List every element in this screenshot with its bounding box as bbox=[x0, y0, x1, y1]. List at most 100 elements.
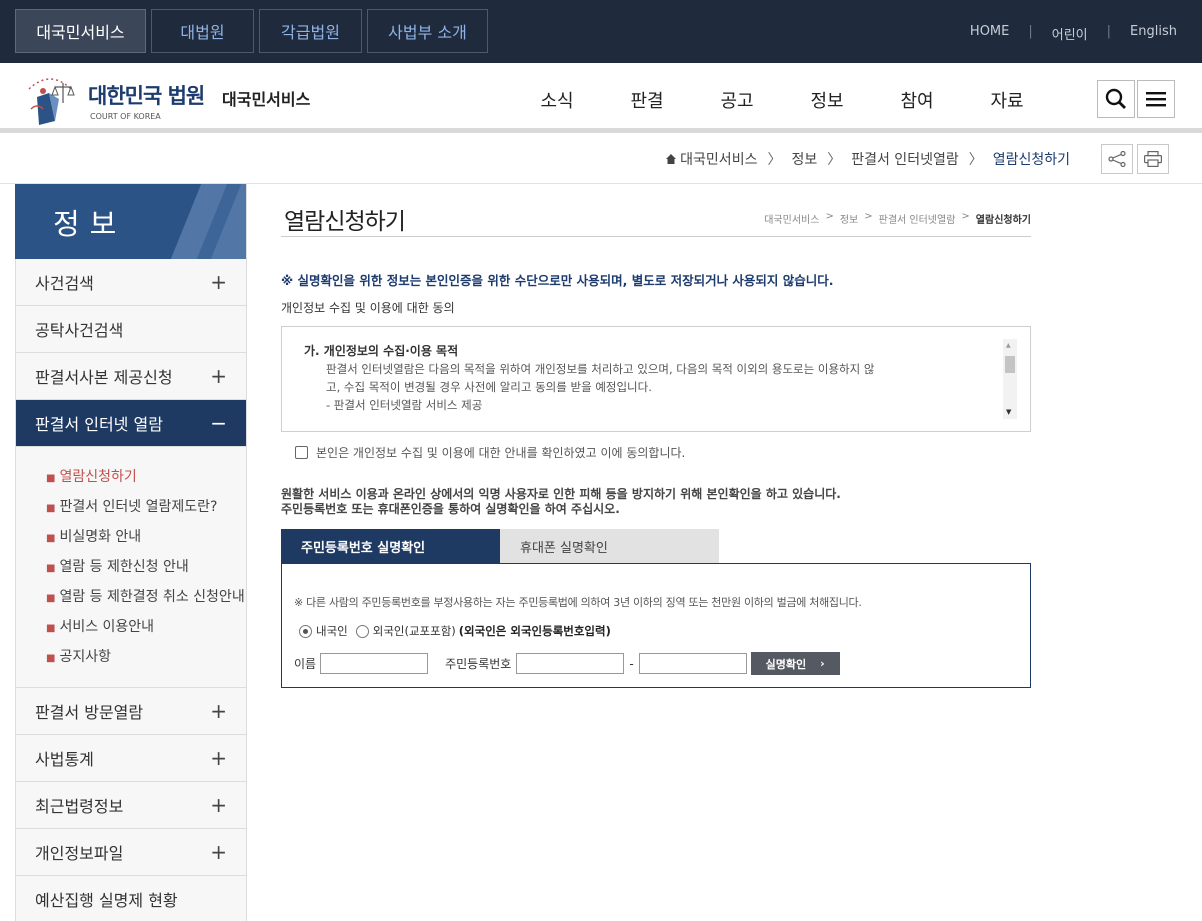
tab-phone-verification[interactable]: 휴대폰 실명확인 bbox=[500, 529, 719, 564]
logo-title: 대한민국 법원 bbox=[88, 84, 205, 108]
site-tab-judiciary-intro[interactable]: 사법부 소개 bbox=[367, 9, 488, 53]
search-icon bbox=[1105, 88, 1126, 109]
agree-checkbox[interactable] bbox=[295, 446, 308, 459]
submenu-item-usage-guide[interactable]: ■ 서비스 이용안내 bbox=[46, 612, 246, 642]
plus-icon: + bbox=[210, 270, 227, 294]
chevron-right-icon: > bbox=[825, 211, 834, 222]
rrn-front-input[interactable] bbox=[516, 653, 625, 674]
sidebar-item-label: 사법통계 bbox=[35, 750, 94, 769]
site-tab-public-service[interactable]: 대국민서비스 bbox=[15, 9, 146, 53]
breadcrumb-item[interactable]: 대국민서비스 bbox=[680, 149, 757, 169]
radio-foreign[interactable] bbox=[355, 624, 369, 638]
sidebar-item-judgment-copy[interactable]: 판결서사본 제공신청 + bbox=[15, 353, 246, 400]
home-icon[interactable] bbox=[666, 154, 677, 164]
consent-textbox[interactable]: 가. 개인정보의 수집·이용 목적 판결서 인터넷열람은 다음의 목적을 위하여… bbox=[281, 326, 1031, 432]
nav-news[interactable]: 소식 bbox=[512, 87, 602, 113]
agree-row: 본인은 개인정보 수집 및 이용에 대한 안내를 확인하였고 이에 동의합니다. bbox=[295, 444, 685, 461]
breadcrumb-item[interactable]: 정보 bbox=[791, 149, 817, 169]
privacy-notice: ※ 실명확인을 위한 정보는 본인인증을 위한 수단으로만 사용되며, 별도로 … bbox=[281, 273, 834, 288]
foreign-note: (외국인은 외국인등록번호입력) bbox=[458, 624, 611, 638]
scrollbar[interactable]: ▲ ▼ bbox=[1003, 339, 1017, 419]
agree-label[interactable]: 본인은 개인정보 수집 및 이용에 대한 안내를 확인하였고 이에 동의합니다. bbox=[316, 444, 685, 461]
page-breadcrumb-item[interactable]: 판결서 인터넷열람 bbox=[879, 211, 956, 226]
page-breadcrumb-item[interactable]: 대국민서비스 bbox=[764, 211, 819, 226]
bullet-icon: ■ bbox=[46, 473, 56, 484]
breadcrumb-bar: 대국민서비스 〉 정보 〉 판결서 인터넷열람 〉 열람신청하기 bbox=[0, 138, 1202, 184]
sidebar-item-deposit-search[interactable]: 공탁사건검색 bbox=[15, 306, 246, 353]
rrn-back-input[interactable] bbox=[638, 653, 747, 674]
scrollbar-thumb[interactable] bbox=[1005, 356, 1015, 373]
submenu-item-restriction-cancel[interactable]: ■ 열람 등 제한결정 취소 신청안내 bbox=[46, 582, 246, 612]
chevron-right-icon: › bbox=[820, 657, 825, 670]
sidebar-item-visit-view[interactable]: 판결서 방문열람 + bbox=[15, 688, 246, 735]
submenu-label: 공지사항 bbox=[59, 649, 111, 665]
nav-participation[interactable]: 참여 bbox=[872, 87, 962, 113]
submenu-label: 열람 등 제한결정 취소 신청안내 bbox=[59, 589, 245, 605]
sidebar-item-case-search[interactable]: 사건검색 + bbox=[15, 259, 246, 306]
plus-icon: + bbox=[210, 699, 227, 723]
verify-button[interactable]: 실명확인 › bbox=[750, 652, 840, 675]
submenu-item-apply[interactable]: ■ 열람신청하기 bbox=[46, 462, 246, 492]
submenu-item-anonymization[interactable]: ■ 비실명화 안내 bbox=[46, 522, 246, 552]
submenu-label: 열람신청하기 bbox=[59, 469, 137, 485]
info-line: 원활한 서비스 이용과 온라인 상에서의 익명 사용자로 인한 피해 등을 방지… bbox=[281, 487, 841, 501]
site-tabs: 대국민서비스 대법원 각급법원 사법부 소개 bbox=[15, 9, 493, 53]
service-name: 대국민서비스 bbox=[222, 90, 311, 109]
sidebar-item-statistics[interactable]: 사법통계 + bbox=[15, 735, 246, 782]
sidebar-item-recent-laws[interactable]: 최근법령정보 + bbox=[15, 782, 246, 829]
submenu-item-system[interactable]: ■ 판결서 인터넷 열람제도란? bbox=[46, 492, 246, 522]
submenu-item-notices[interactable]: ■ 공지사항 bbox=[46, 642, 246, 672]
nav-resources[interactable]: 자료 bbox=[962, 87, 1052, 113]
radio-foreign-label[interactable]: 외국인(교포포함) bbox=[373, 623, 456, 639]
site-tab-supreme-court[interactable]: 대법원 bbox=[151, 9, 254, 53]
minus-icon: − bbox=[210, 411, 227, 435]
english-link[interactable]: English bbox=[1130, 24, 1177, 43]
radio-domestic-label[interactable]: 내국인 bbox=[316, 623, 348, 639]
scroll-up-icon[interactable]: ▲ bbox=[1006, 342, 1011, 349]
breadcrumb-item[interactable]: 판결서 인터넷열람 bbox=[851, 149, 959, 169]
nav-info[interactable]: 정보 bbox=[782, 87, 872, 113]
sidebar-item-label: 판결서 인터넷 열람 bbox=[35, 415, 163, 434]
main-nav: 소식 판결 공고 정보 참여 자료 bbox=[512, 87, 1052, 113]
radio-domestic[interactable] bbox=[299, 624, 312, 638]
submenu-label: 판결서 인터넷 열람제도란? bbox=[59, 499, 218, 515]
sidebar-title: 정보 bbox=[53, 207, 127, 241]
plus-icon: + bbox=[210, 364, 227, 388]
page-breadcrumb-current: 열람신청하기 bbox=[975, 215, 1031, 226]
bullet-icon: ■ bbox=[46, 623, 56, 634]
nav-notice[interactable]: 공고 bbox=[692, 87, 782, 113]
tab-rrn-verification[interactable]: 주민등록번호 실명확인 bbox=[281, 529, 500, 564]
submenu-item-restriction[interactable]: ■ 열람 등 제한신청 안내 bbox=[46, 552, 246, 582]
submenu-label: 비실명화 안내 bbox=[59, 529, 142, 545]
name-input[interactable] bbox=[320, 653, 429, 674]
print-icon bbox=[1144, 151, 1162, 167]
nav-judgment[interactable]: 판결 bbox=[602, 87, 692, 113]
verification-form-row: 이름 주민등록번호 - 실명확인 › bbox=[294, 652, 840, 675]
search-button[interactable] bbox=[1097, 80, 1135, 118]
court-logo-icon[interactable] bbox=[15, 69, 85, 127]
sidebar-submenu: ■ 열람신청하기 ■ 판결서 인터넷 열람제도란? ■ 비실명화 안내 ■ 열람 등 제… bbox=[15, 447, 246, 688]
bullet-icon: ■ bbox=[46, 563, 56, 574]
print-button[interactable] bbox=[1137, 144, 1169, 174]
bullet-icon: ■ bbox=[46, 503, 56, 514]
plus-icon: + bbox=[210, 793, 227, 817]
menu-button[interactable] bbox=[1137, 80, 1175, 118]
consent-line: 고, 수집 목적이 변경될 경우 사전에 알리고 동의를 받을 예정입니다. bbox=[326, 380, 652, 394]
sidebar-item-budget-realname[interactable]: 예산집행 실명제 현황 bbox=[15, 876, 246, 921]
sidebar-item-label: 개인정보파일 bbox=[35, 844, 124, 863]
hamburger-menu-icon bbox=[1146, 92, 1166, 107]
home-link[interactable]: HOME bbox=[970, 24, 1009, 43]
logo-text[interactable]: 대한민국 법원 COURT OF KOREA bbox=[88, 80, 205, 121]
page-breadcrumb-item[interactable]: 정보 bbox=[840, 211, 858, 226]
sidebar: 정보 사건검색 + 공탁사건검색 판결서사본 제공신청 + 판결서 인터넷 열람… bbox=[15, 184, 247, 921]
breadcrumb: 대국민서비스 〉 정보 〉 판결서 인터넷열람 〉 열람신청하기 bbox=[666, 149, 1070, 169]
kids-link[interactable]: 어린이 bbox=[1052, 24, 1088, 43]
nationality-radios: 내국인 외국인(교포포함) (외국인은 외국인등록번호입력) bbox=[299, 623, 611, 639]
site-tab-courts[interactable]: 각급법원 bbox=[259, 9, 362, 53]
sidebar-item-judgment-internet-view[interactable]: 판결서 인터넷 열람 − bbox=[15, 400, 246, 447]
page-breadcrumb: 대국민서비스 > 정보 > 판결서 인터넷열람 > 열람신청하기 bbox=[764, 211, 1031, 226]
logo-subtitle: COURT OF KOREA bbox=[90, 112, 161, 121]
sidebar-item-privacy-files[interactable]: 개인정보파일 + bbox=[15, 829, 246, 876]
scroll-down-icon[interactable]: ▼ bbox=[1006, 408, 1011, 416]
share-button[interactable] bbox=[1101, 144, 1133, 174]
